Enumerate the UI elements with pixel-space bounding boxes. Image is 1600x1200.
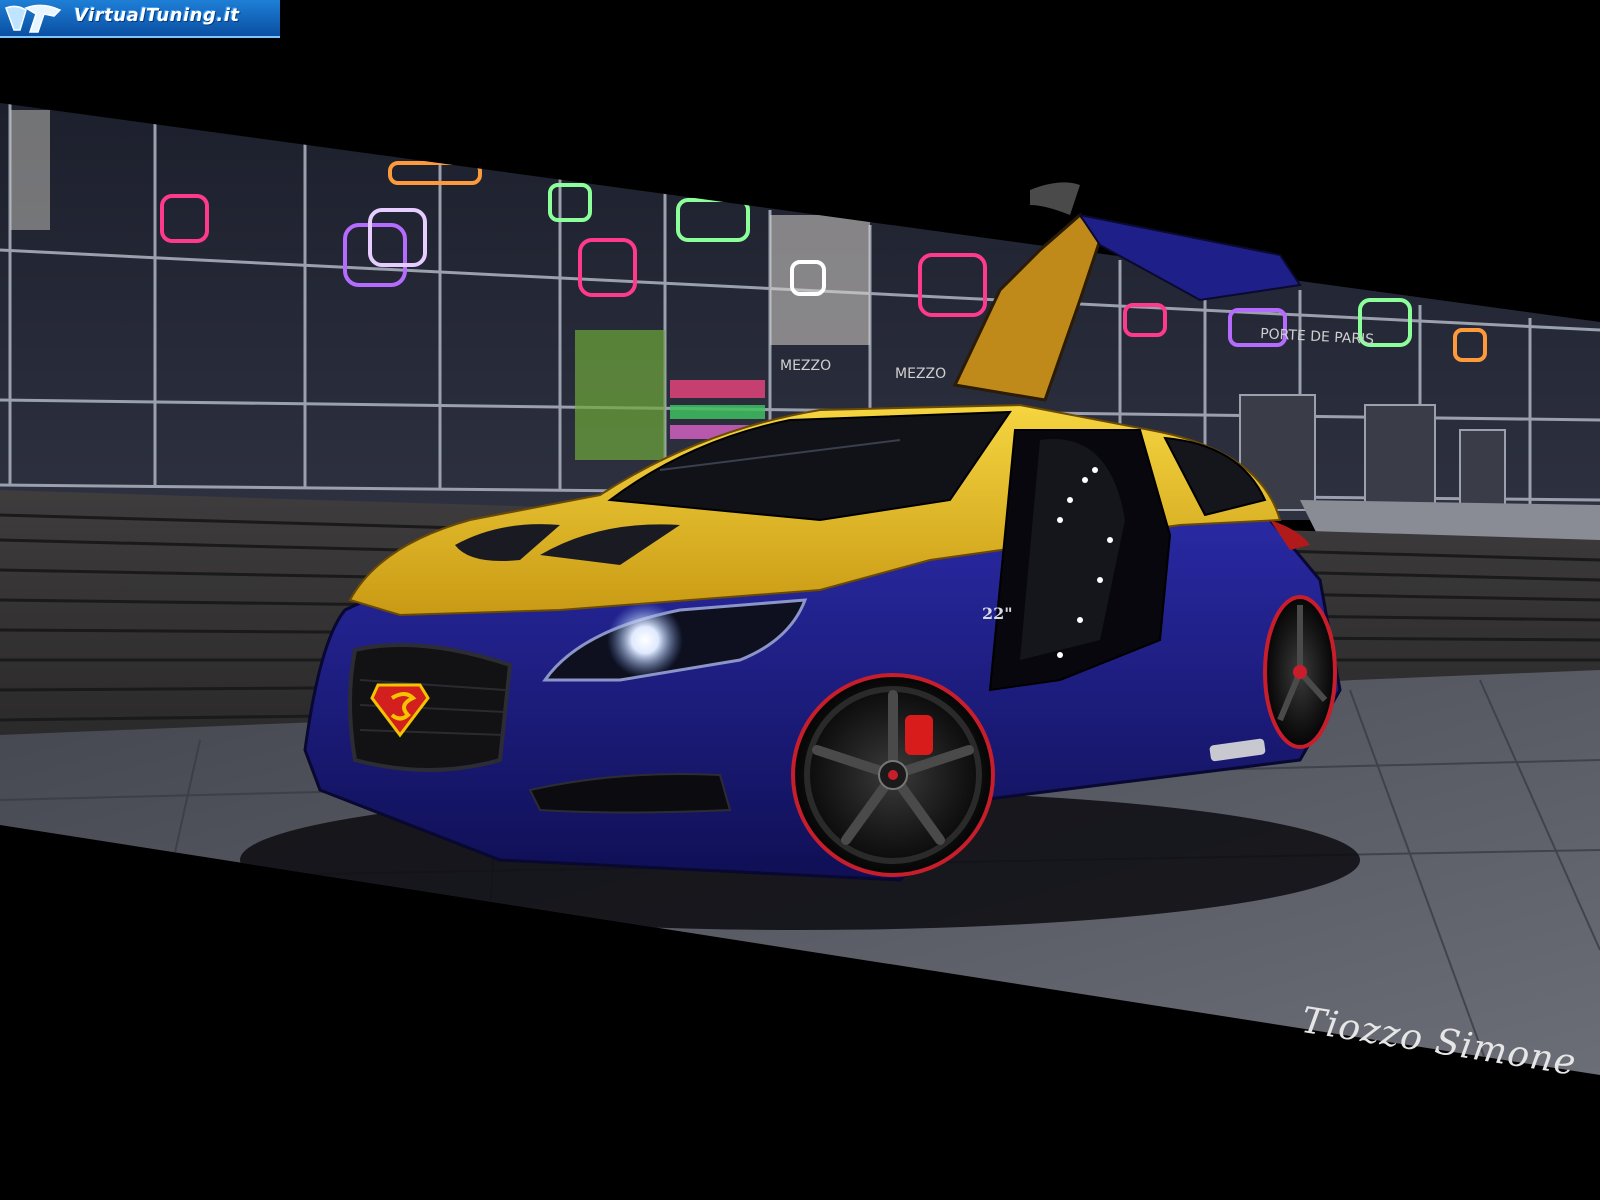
vt-logo-icon xyxy=(5,4,62,33)
front-wheel xyxy=(791,673,995,877)
watermark-logo: VirtualTuning.it xyxy=(0,0,280,38)
wheel-size-label: 22" xyxy=(982,604,1013,623)
watermark-text: VirtualTuning.it xyxy=(74,5,240,26)
rear-wheel xyxy=(1263,595,1337,749)
headlight-glow xyxy=(607,602,683,678)
store-sign-right: MEZZO xyxy=(895,366,946,382)
store-sign-left: MEZZO xyxy=(780,358,831,374)
